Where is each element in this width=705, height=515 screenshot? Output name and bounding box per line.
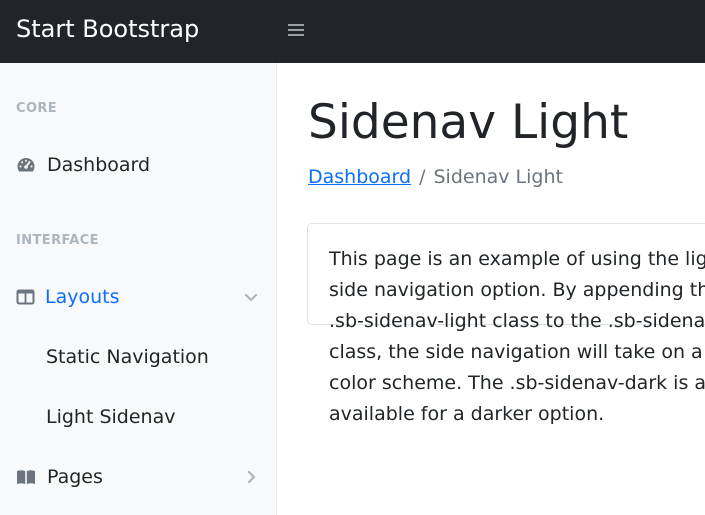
main-content: Sidenav Light Dashboard / Sidenav Light Th… (277, 63, 705, 515)
tachometer-icon (16, 156, 36, 174)
breadcrumb-separator: / (419, 166, 426, 188)
sidebar-item-pages[interactable]: Pages (0, 457, 276, 497)
columns-icon (16, 288, 36, 306)
sidebar-item-label: Pages (47, 466, 103, 488)
breadcrumb-link-dashboard[interactable]: Dashboard (308, 166, 411, 188)
sidenav-heading-core: CORE (16, 101, 58, 116)
sidebar-subitem-static-navigation[interactable]: Static Navigation (0, 337, 276, 377)
sidenav: CORE Dashboard INTERFACE Layouts Static … (0, 63, 277, 515)
top-navbar: Start Bootstrap (0, 0, 705, 63)
sidebar-item-dashboard[interactable]: Dashboard (0, 145, 276, 185)
info-card: This page is an example of using the lig… (307, 223, 705, 425)
sidenav-heading-interface: INTERFACE (16, 233, 99, 248)
sidebar-subitem-light-sidenav[interactable]: Light Sidenav (0, 397, 276, 437)
sidebar-item-layouts[interactable]: Layouts (0, 277, 276, 317)
sidebar-subitem-label: Light Sidenav (46, 406, 176, 428)
chevron-right-icon (243, 469, 259, 485)
page-title: Sidenav Light (308, 95, 629, 150)
navbar-brand[interactable]: Start Bootstrap (16, 13, 199, 45)
hamburger-menu-icon[interactable] (287, 21, 305, 39)
card-text: This page is an example of using the lig… (329, 248, 705, 425)
breadcrumb: Dashboard / Sidenav Light (308, 164, 563, 190)
breadcrumb-current: Sidenav Light (433, 166, 563, 188)
sidebar-subitem-label: Static Navigation (46, 346, 209, 368)
sidebar-item-label: Layouts (45, 286, 120, 308)
chevron-down-icon (243, 289, 259, 305)
book-open-icon (16, 468, 36, 486)
sidebar-item-label: Dashboard (47, 154, 151, 176)
